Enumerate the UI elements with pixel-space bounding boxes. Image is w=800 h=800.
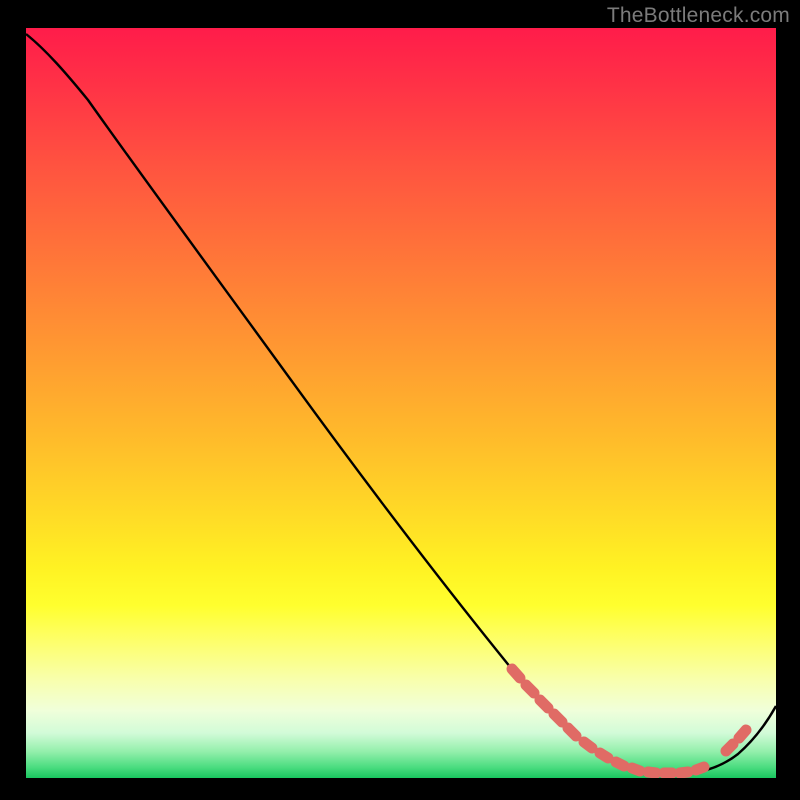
plot-area bbox=[26, 28, 776, 778]
curve-layer bbox=[26, 28, 776, 778]
chart-stage: TheBottleneck.com bbox=[0, 0, 800, 800]
watermark-text: TheBottleneck.com bbox=[607, 4, 790, 28]
bottleneck-curve bbox=[26, 34, 776, 774]
highlight-dots bbox=[512, 669, 746, 773]
